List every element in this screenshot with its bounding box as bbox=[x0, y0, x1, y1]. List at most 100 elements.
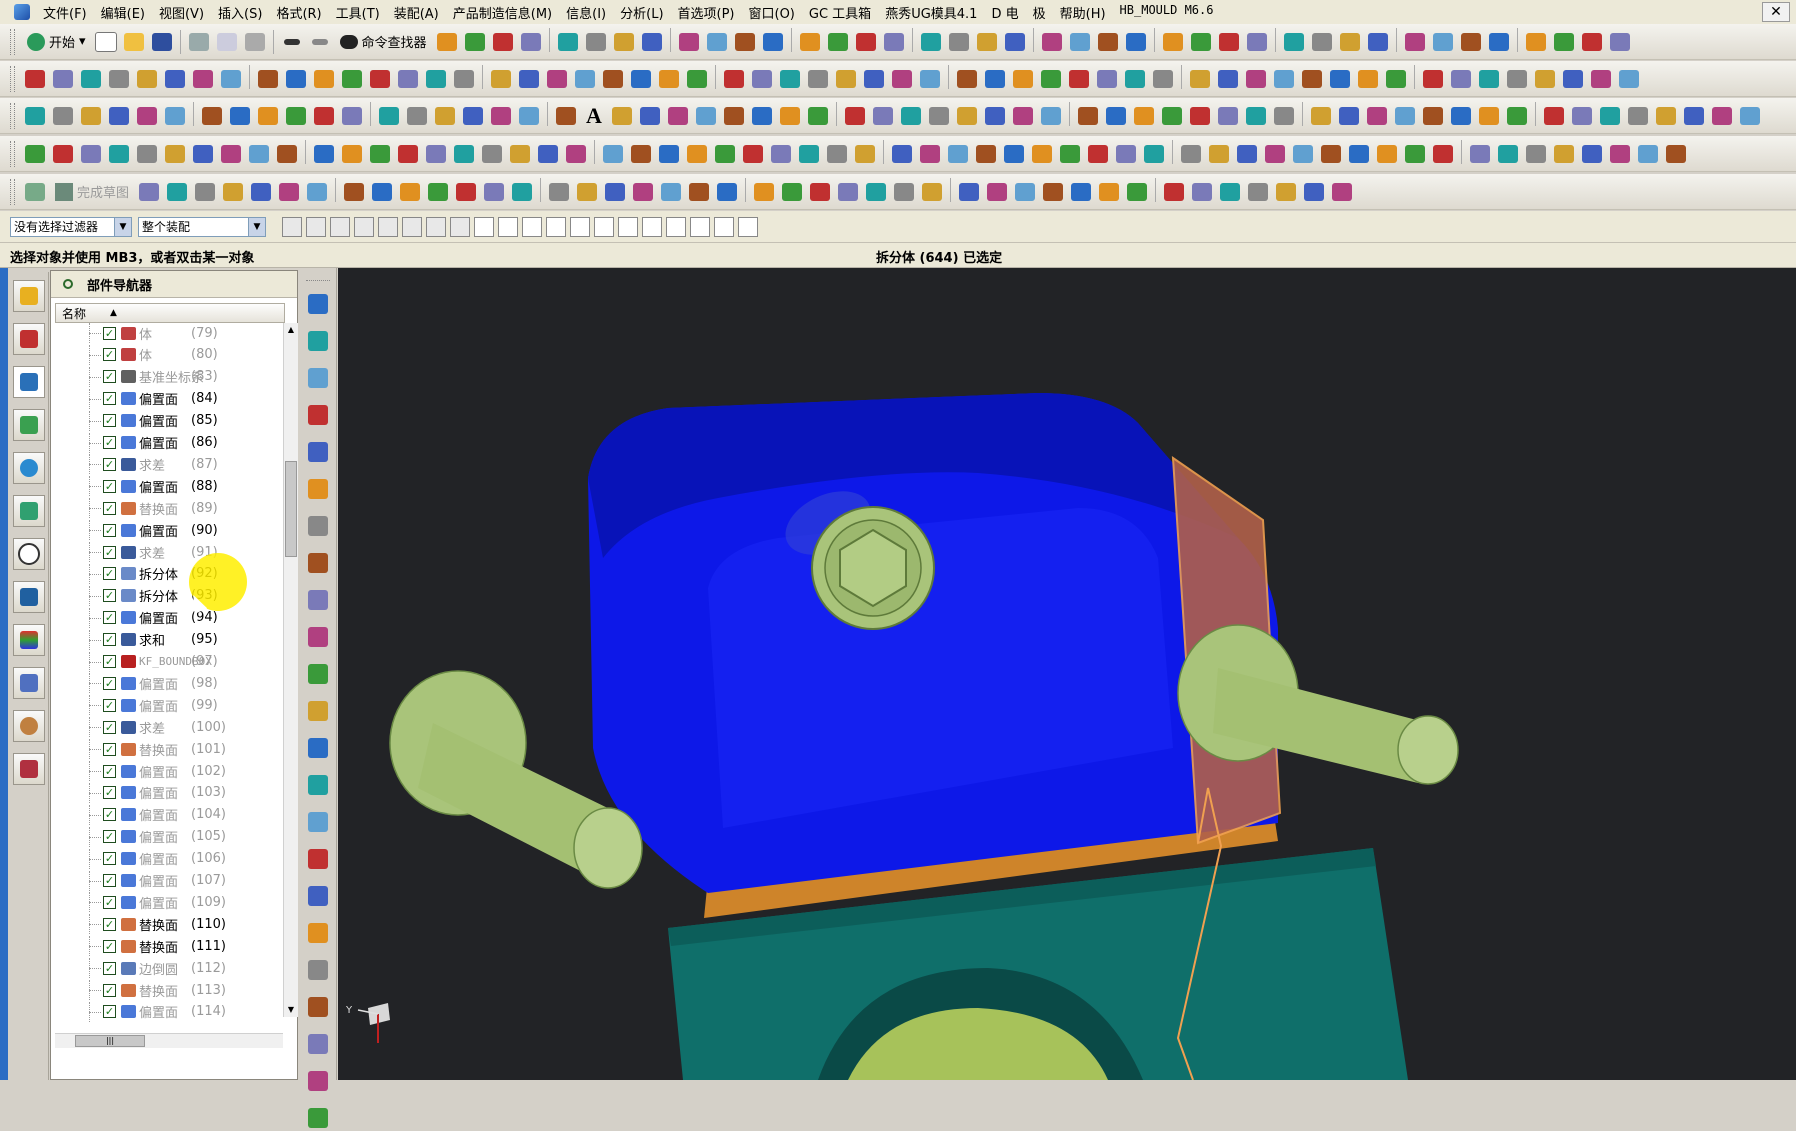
undo-icon[interactable] bbox=[278, 28, 306, 56]
toolbar-tool-icon[interactable] bbox=[1522, 140, 1550, 168]
toolbar-tool-icon[interactable] bbox=[1606, 140, 1634, 168]
palette-tab[interactable] bbox=[13, 624, 45, 656]
roles-tab[interactable] bbox=[13, 710, 45, 742]
toolbar-tool-icon[interactable] bbox=[675, 28, 703, 56]
toolbar-tool-icon[interactable] bbox=[1326, 65, 1354, 93]
toolbar-tool-icon[interactable] bbox=[219, 178, 247, 206]
toolbar-tool-icon[interactable] bbox=[1615, 65, 1643, 93]
toolbar-tool-icon[interactable] bbox=[869, 102, 897, 130]
toolbar-tool-icon[interactable] bbox=[973, 28, 1001, 56]
toolbar-tool-icon[interactable] bbox=[1568, 102, 1596, 130]
visibility-checkbox[interactable]: ✓ bbox=[103, 655, 116, 668]
toolbar-tool-icon[interactable] bbox=[1056, 140, 1084, 168]
tree-row[interactable]: ✓ 偏置面 (102) bbox=[55, 761, 281, 781]
toolbar-tool-icon[interactable] bbox=[338, 102, 366, 130]
toolbar-tool-icon[interactable] bbox=[804, 102, 832, 130]
visibility-checkbox[interactable]: ✓ bbox=[103, 1005, 116, 1019]
toolbar-tool-icon[interactable] bbox=[972, 140, 1000, 168]
toolbar-tool-icon[interactable] bbox=[338, 65, 366, 93]
toolbar-tool-icon[interactable] bbox=[655, 65, 683, 93]
visibility-checkbox[interactable]: ✓ bbox=[103, 589, 116, 603]
toolbar-tool-icon[interactable] bbox=[375, 102, 403, 130]
type-filter-select[interactable]: 没有选择过滤器 ▼ bbox=[10, 216, 132, 237]
toolbar-tool-icon[interactable] bbox=[1596, 102, 1624, 130]
feature-tool-icon[interactable] bbox=[305, 550, 331, 576]
name-column-header[interactable]: 名称 ▲ bbox=[55, 303, 285, 323]
toolbar-tool-icon[interactable] bbox=[1009, 102, 1037, 130]
feature-tool-icon[interactable] bbox=[305, 920, 331, 946]
visibility-checkbox[interactable]: ✓ bbox=[103, 348, 116, 362]
toolbar-tool-icon[interactable] bbox=[133, 140, 161, 168]
toolbar-tool-icon[interactable] bbox=[862, 178, 890, 206]
toolbar-tool-icon[interactable] bbox=[77, 102, 105, 130]
tree-row[interactable]: ✓ 偏置面 (106) bbox=[55, 848, 281, 869]
toolbar-tool-icon[interactable] bbox=[981, 65, 1009, 93]
toolbar-tool-icon[interactable] bbox=[657, 178, 685, 206]
feature-tool-icon[interactable] bbox=[305, 291, 331, 317]
toolbar-tool-icon[interactable] bbox=[1466, 140, 1494, 168]
tree-row[interactable]: ✓ 偏置面 (105) bbox=[55, 826, 281, 847]
toolbar-tool-icon[interactable] bbox=[161, 102, 189, 130]
toolbar-tool-icon[interactable] bbox=[1419, 102, 1447, 130]
toolbar-tool-icon[interactable] bbox=[1123, 178, 1151, 206]
toolbar-tool-icon[interactable] bbox=[582, 28, 610, 56]
toolbar-tool-icon[interactable] bbox=[1559, 65, 1587, 93]
toolbar-tool-icon[interactable] bbox=[189, 65, 217, 93]
toolbar-tool-icon[interactable] bbox=[1364, 28, 1392, 56]
toolbar-tool-icon[interactable] bbox=[77, 65, 105, 93]
toolbar-tool-icon[interactable] bbox=[1243, 28, 1271, 56]
toolbar-tool-icon[interactable] bbox=[1095, 178, 1123, 206]
tree-row[interactable]: ✓ 求和 (95) bbox=[55, 629, 281, 650]
toolbar-tool-icon[interactable] bbox=[1084, 140, 1112, 168]
toolbar-tool-icon[interactable] bbox=[713, 178, 741, 206]
toolbar-tool-icon[interactable] bbox=[515, 102, 543, 130]
toolbar-grip[interactable] bbox=[10, 28, 15, 55]
feature-tool-icon[interactable] bbox=[305, 1031, 331, 1057]
toolbar-tool-icon[interactable] bbox=[396, 178, 424, 206]
toolbar-tool-icon[interactable] bbox=[1475, 102, 1503, 130]
snap-point-icon[interactable] bbox=[306, 216, 326, 237]
toolbar-tool-icon[interactable] bbox=[1307, 102, 1335, 130]
toolbar-tool-icon[interactable] bbox=[759, 28, 787, 56]
toolbar-tool-icon[interactable] bbox=[1280, 28, 1308, 56]
visibility-checkbox[interactable]: ✓ bbox=[103, 983, 116, 997]
toolbar-tool-icon[interactable] bbox=[247, 178, 275, 206]
toolbar-tool-icon[interactable] bbox=[1186, 65, 1214, 93]
toolbar-tool-icon[interactable] bbox=[918, 178, 946, 206]
toolbar-tool-icon[interactable] bbox=[1503, 102, 1531, 130]
toolbar-tool-icon[interactable] bbox=[489, 28, 517, 56]
menu-item[interactable]: 极 bbox=[1026, 3, 1053, 22]
toolbar-tool-icon[interactable] bbox=[517, 28, 545, 56]
toolbar-tool-icon[interactable] bbox=[338, 140, 366, 168]
feature-tool-icon[interactable] bbox=[305, 957, 331, 983]
toolbar-tool-icon[interactable] bbox=[480, 178, 508, 206]
toolbar-tool-icon[interactable] bbox=[703, 28, 731, 56]
menu-item[interactable]: 插入(S) bbox=[211, 3, 269, 22]
toolbar-tool-icon[interactable] bbox=[1272, 178, 1300, 206]
tree-row[interactable]: ✓ 基准坐标系 (83) bbox=[55, 366, 281, 387]
toolbar-tool-icon[interactable] bbox=[683, 140, 711, 168]
toolbar-tool-icon[interactable] bbox=[163, 178, 191, 206]
toolbar-tool-icon[interactable] bbox=[534, 140, 562, 168]
toolbar-tool-icon[interactable] bbox=[916, 65, 944, 93]
tree-row[interactable]: ✓ 求差 (87) bbox=[55, 454, 281, 475]
system-scenes-tab[interactable] bbox=[13, 753, 45, 785]
toolbar-tool-icon[interactable] bbox=[1159, 28, 1187, 56]
finish-sketch-button[interactable]: 完成草图 bbox=[49, 178, 135, 206]
tree-row[interactable]: ✓ 偏置面 (90) bbox=[55, 520, 281, 541]
toolbar-tool-icon[interactable] bbox=[133, 65, 161, 93]
toolbar-tool-icon[interactable] bbox=[49, 65, 77, 93]
visibility-checkbox[interactable]: ✓ bbox=[103, 414, 116, 428]
toolbar-tool-icon[interactable] bbox=[1736, 102, 1764, 130]
feature-tool-icon[interactable] bbox=[305, 772, 331, 798]
toolbar-tool-icon[interactable] bbox=[778, 178, 806, 206]
horizontal-scrollbar[interactable]: ||| bbox=[55, 1033, 283, 1048]
toolbar-tool-icon[interactable] bbox=[340, 178, 368, 206]
toolbar-tool-icon[interactable] bbox=[1261, 140, 1289, 168]
tree-row[interactable]: ✓ 偏置面 (88) bbox=[55, 476, 281, 497]
toolbar-tool-icon[interactable] bbox=[1485, 28, 1513, 56]
visibility-checkbox[interactable]: ✓ bbox=[103, 786, 116, 800]
text-tool-button[interactable]: A bbox=[580, 102, 608, 130]
toolbar-tool-icon[interactable] bbox=[834, 178, 862, 206]
toolbar-tool-icon[interactable] bbox=[629, 178, 657, 206]
